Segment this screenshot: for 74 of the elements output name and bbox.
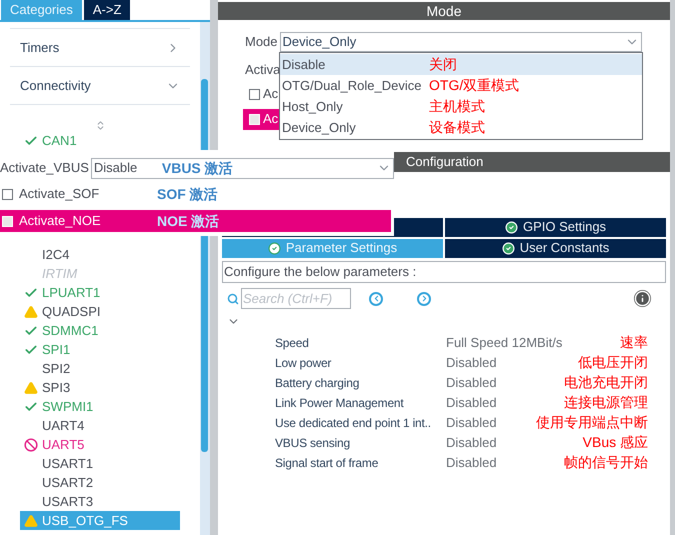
annotation: SOF 激活: [157, 184, 218, 204]
peripheral-item[interactable]: SPI2: [20, 359, 180, 378]
check-icon: [24, 134, 38, 148]
peripheral-item[interactable]: SPI3: [20, 378, 180, 397]
checkbox-label: Activate_SOF: [19, 185, 100, 204]
peripheral-item[interactable]: UART5: [20, 435, 180, 454]
vbus-select[interactable]: Disable VBUS 激活: [90, 158, 394, 178]
selected-row[interactable]: Ac: [243, 108, 280, 130]
peripheral-item[interactable]: USART3: [20, 492, 180, 511]
next-button[interactable]: [417, 292, 431, 306]
annotation: 电池充电开闭: [564, 373, 648, 392]
vbus-label: Activate_VBUS: [0, 159, 89, 178]
peripheral-item[interactable]: QUADSPI: [20, 302, 180, 321]
dropdown-option[interactable]: Host_Only 主机模式: [280, 96, 642, 117]
selected-row[interactable]: Activate_NOE NOE 激活: [0, 210, 391, 232]
annotation: 低电压开闭: [578, 353, 648, 372]
peripheral-item[interactable]: UART4: [20, 416, 180, 435]
check-icon: [24, 342, 38, 356]
checkbox-label: Ac: [263, 85, 278, 104]
parameter-name: Battery charging: [275, 374, 360, 392]
mode-header: Mode: [218, 2, 670, 20]
check-circle-icon: [268, 242, 281, 254]
search-field[interactable]: Search (Ctrl+F): [241, 288, 351, 309]
parameter-value[interactable]: Disabled: [446, 352, 497, 372]
settings-tab[interactable]: User Constants: [445, 238, 666, 258]
checkbox[interactable]: [249, 88, 260, 100]
peripheral-item[interactable]: USART1: [20, 454, 180, 473]
hint-box: Configure the below parameters :: [222, 260, 666, 282]
annotation: 速率: [620, 333, 648, 352]
parameter-value[interactable]: Disabled: [446, 372, 497, 392]
parameter-value[interactable]: Disabled: [446, 432, 497, 452]
parameter-name: VBUS sensing: [275, 434, 351, 452]
search-icon: [227, 292, 239, 304]
checkbox-label: Ac: [263, 110, 278, 128]
annotation: 连接电源管理: [564, 393, 648, 412]
mode-label: Mode: [245, 33, 278, 52]
info-icon[interactable]: [634, 290, 651, 307]
parameter-name: Low power: [275, 354, 332, 372]
forbidden-icon: [24, 438, 38, 452]
dropdown-option[interactable]: Device_Only 设备模式: [280, 117, 642, 138]
check-icon: [24, 324, 38, 338]
warning-icon: [24, 304, 38, 318]
check-circle-icon: [504, 220, 518, 234]
peripheral-item[interactable]: I2C4: [20, 245, 180, 264]
previous-button[interactable]: [369, 292, 383, 306]
parameter-name: Signal start of frame: [275, 454, 380, 472]
sidebar-tab[interactable]: A->Z: [84, 0, 130, 20]
dropdown-option[interactable]: Disable 关闭: [280, 54, 642, 75]
peripheral-item[interactable]: USART2: [20, 473, 180, 492]
warning-icon: [24, 514, 38, 528]
check-circle-icon: [502, 242, 515, 254]
parameter-name: Link Power Management: [275, 394, 405, 412]
parameter-name: Speed: [275, 334, 310, 352]
field-label: Activa: [245, 61, 280, 79]
sort-icon[interactable]: [94, 120, 106, 131]
parameter-value[interactable]: Disabled: [446, 412, 497, 432]
warning-icon: [24, 380, 38, 394]
annotation: 使用专用端点中断: [536, 413, 648, 432]
annotation: VBus 感应: [582, 433, 648, 452]
parameter-value[interactable]: Disabled: [446, 452, 497, 472]
parameter-value[interactable]: Full Speed 12MBit/s: [446, 332, 562, 352]
checkbox[interactable]: [2, 188, 13, 200]
parameter-value[interactable]: Disabled: [446, 392, 497, 412]
check-icon: [24, 286, 38, 300]
checkbox-label: Activate_NOE: [19, 212, 102, 230]
category-row[interactable]: Connectivity: [10, 67, 190, 105]
category-row[interactable]: Timers: [10, 29, 190, 67]
annotation: 帧的信号开始: [564, 453, 648, 472]
mode-select[interactable]: Device_Only: [280, 32, 642, 52]
parameter-name: Use dedicated end point 1 int..: [275, 414, 432, 432]
annotation: NOE 激活: [157, 212, 220, 230]
dropdown-option[interactable]: OTG/Dual_Role_Device OTG/双重模式: [280, 75, 642, 96]
check-icon: [24, 400, 38, 414]
settings-tab[interactable]: GPIO Settings: [445, 218, 666, 236]
